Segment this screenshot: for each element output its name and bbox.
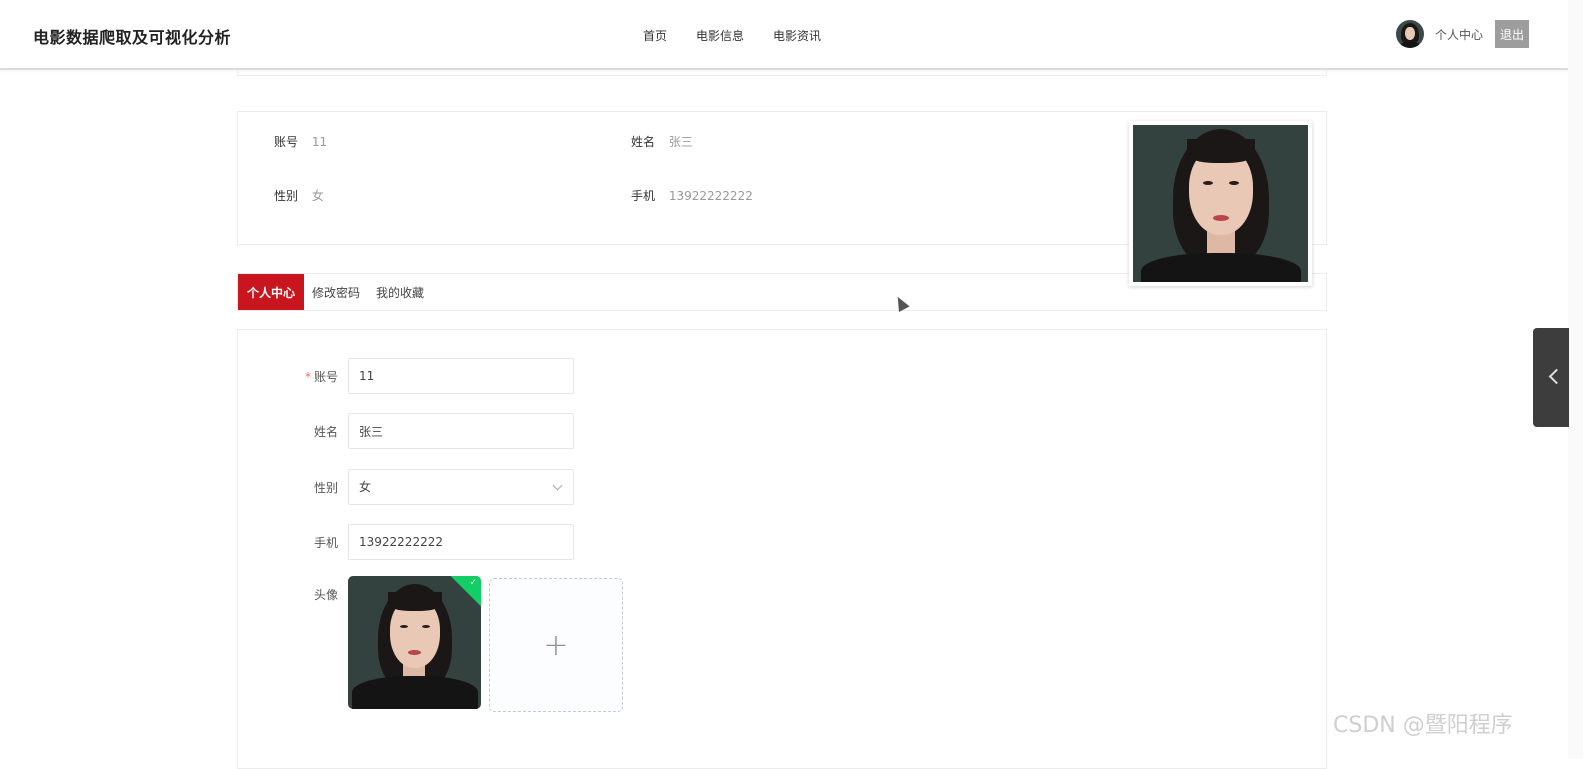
form-row-gender: 性别 女	[238, 469, 598, 505]
account-label: * 账号	[238, 368, 338, 385]
form-row-account: * 账号	[238, 358, 598, 394]
summary-name-value: 张三	[668, 135, 693, 149]
summary-account-value: 11	[311, 135, 328, 149]
summary-gender-label: 性别	[274, 189, 299, 203]
tab-my-favorites[interactable]: 我的收藏	[368, 274, 432, 310]
summary-phone-value: 13922222222	[668, 189, 753, 203]
form-row-name: 姓名	[238, 413, 598, 449]
summary-account-label: 账号	[274, 135, 299, 149]
summary-account: 账号 11	[274, 133, 327, 150]
tab-change-password[interactable]: 修改密码	[304, 274, 368, 310]
name-input[interactable]	[348, 413, 574, 449]
phone-input[interactable]	[348, 524, 574, 560]
avatar[interactable]	[1396, 20, 1424, 48]
user-box: 个人中心 退出	[1396, 20, 1530, 48]
page-scrollbar[interactable]	[1568, 0, 1583, 759]
avatar-upload-button[interactable]: +	[489, 578, 623, 712]
tab-user-center[interactable]: 个人中心	[238, 274, 305, 310]
form-row-phone: 手机	[238, 524, 598, 560]
watermark: CSDN @暨阳程序	[1333, 713, 1513, 738]
nav-movie-info[interactable]: 电影信息	[696, 27, 744, 44]
gender-select[interactable]: 女	[348, 469, 574, 505]
user-center-link[interactable]: 个人中心	[1435, 26, 1483, 43]
site-title: 电影数据爬取及可视化分析	[33, 28, 232, 47]
summary-name-label: 姓名	[631, 135, 656, 149]
avatar-image	[1133, 125, 1308, 282]
nav-movie-news[interactable]: 电影资讯	[773, 27, 821, 44]
phone-label: 手机	[313, 536, 338, 550]
profile-form: *账号 姓名 性别 女 手机 头像 ✓ +	[237, 329, 1327, 769]
summary-phone-label: 手机	[631, 189, 656, 203]
required-mark: *	[304, 370, 311, 384]
divider-strip	[237, 70, 1327, 76]
name-label: 姓名	[313, 425, 338, 439]
main-nav: 首页 电影信息 电影资讯	[643, 27, 850, 44]
account-input[interactable]	[348, 358, 574, 394]
logout-button[interactable]: 退出	[1495, 20, 1530, 48]
chevron-left-icon	[1548, 368, 1565, 385]
summary-name: 姓名 张三	[631, 133, 693, 150]
gender-select-value: 女	[359, 480, 372, 494]
account-label-text: 账号	[313, 370, 338, 384]
top-header: 电影数据爬取及可视化分析 首页 电影信息 电影资讯 个人中心 退出	[0, 0, 1568, 70]
profile-photo	[1129, 121, 1312, 286]
gender-label: 性别	[313, 481, 338, 495]
summary-gender: 性别 女	[274, 187, 324, 204]
check-icon: ✓	[469, 578, 477, 588]
form-row-avatar: 头像 ✓ +	[238, 576, 638, 716]
summary-gender-value: 女	[311, 189, 324, 203]
nav-home[interactable]: 首页	[643, 27, 667, 44]
summary-phone: 手机 13922222222	[631, 187, 753, 204]
side-panel-toggle[interactable]	[1533, 328, 1569, 427]
uploaded-avatar[interactable]: ✓	[348, 576, 481, 709]
plus-icon: +	[543, 627, 569, 663]
chevron-down-icon	[552, 480, 563, 491]
avatar-label: 头像	[313, 588, 338, 602]
